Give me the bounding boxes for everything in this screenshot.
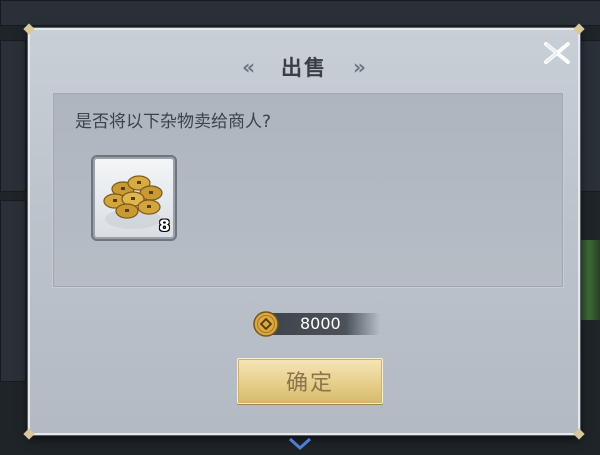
sell-price: 8000	[252, 310, 380, 338]
confirm-button[interactable]: 确定	[237, 358, 383, 404]
sell-dialog: « 出售 » 是否将以下杂物卖给商人? 8 8000 确定	[23, 23, 585, 440]
close-icon	[544, 42, 570, 64]
double-chevron-right-icon: »	[353, 55, 366, 79]
dialog-title: 出售	[281, 56, 327, 80]
sell-prompt-text: 是否将以下杂物卖给商人?	[75, 112, 272, 132]
background-panel	[0, 0, 600, 26]
copper-coin-icon	[253, 311, 279, 337]
corner-ornament	[573, 428, 585, 440]
background-panel	[0, 40, 26, 192]
item-list-panel: 是否将以下杂物卖给商人? 8	[52, 92, 564, 288]
dialog-header: « 出售 »	[30, 52, 578, 82]
background-decoration	[578, 240, 600, 320]
corner-ornament	[23, 428, 35, 440]
close-button[interactable]	[542, 38, 572, 68]
background-panel	[580, 40, 600, 192]
background-panel	[0, 200, 26, 382]
item-slot[interactable]: 8	[91, 155, 177, 241]
chevron-down-icon	[288, 437, 312, 451]
double-chevron-left-icon: «	[242, 55, 255, 79]
price-value: 8000	[300, 314, 341, 333]
item-count: 8	[158, 216, 170, 235]
confirm-button-label: 确定	[285, 371, 334, 396]
